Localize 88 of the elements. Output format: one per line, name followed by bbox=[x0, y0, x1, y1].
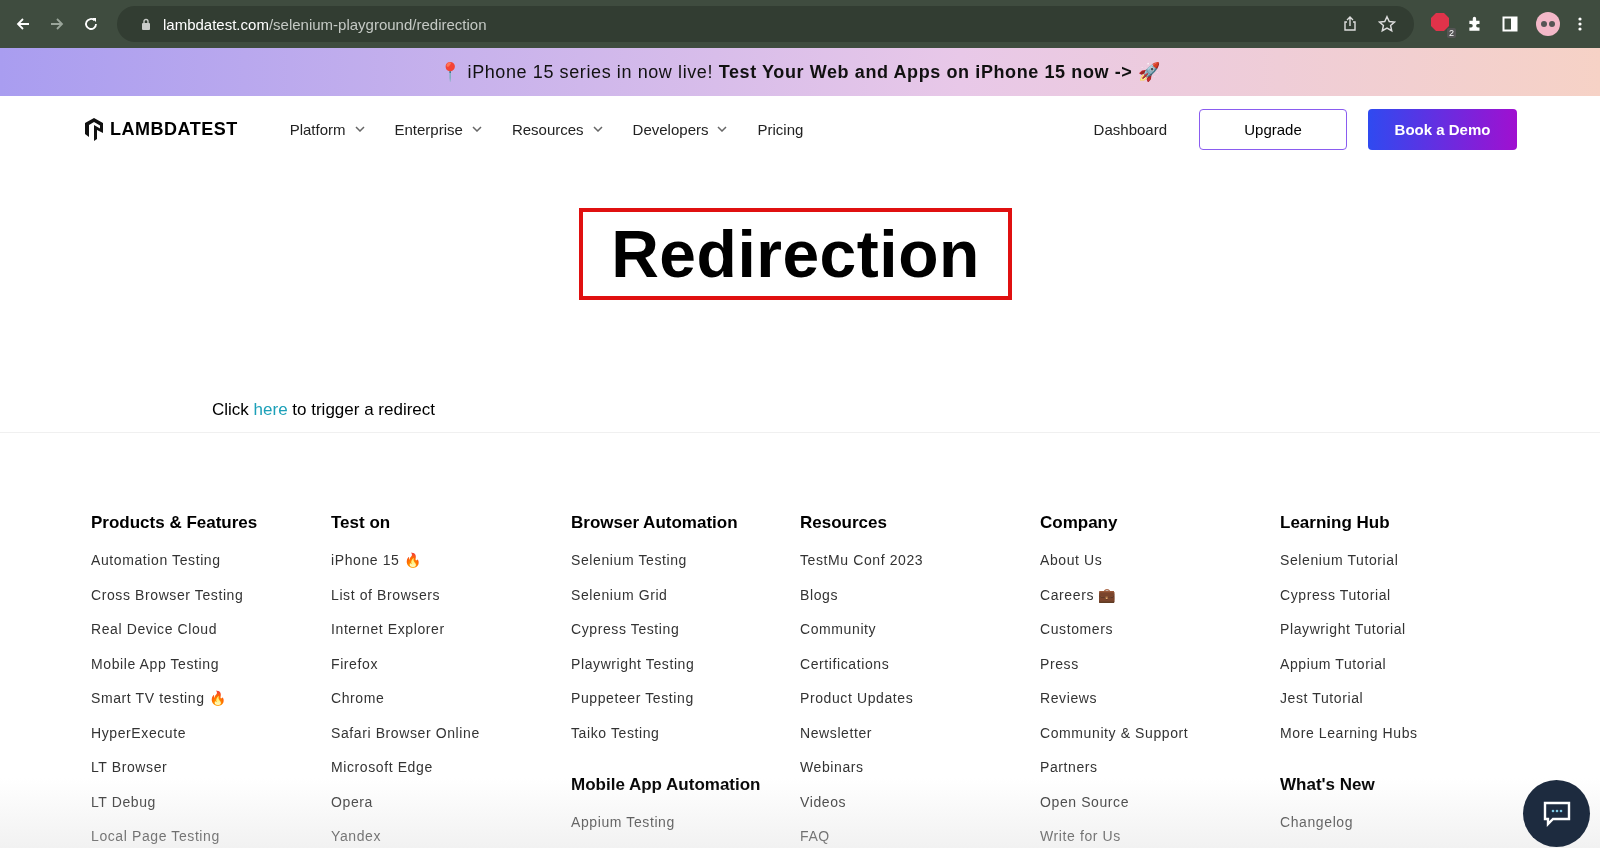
chat-icon bbox=[1541, 800, 1572, 827]
footer-link[interactable]: TestMu Conf 2023 bbox=[800, 543, 924, 578]
url-text: lambdatest.com/selenium-playground/redirection bbox=[163, 15, 487, 33]
footer-link[interactable]: Community bbox=[800, 612, 877, 647]
logo-text[interactable]: LAMBDATEST bbox=[110, 118, 238, 140]
footer-heading: Browser Automation bbox=[571, 513, 738, 533]
footer-link[interactable]: Appium Tutorial bbox=[1280, 646, 1387, 681]
lock-icon bbox=[141, 18, 151, 30]
footer-link[interactable]: HyperExecute bbox=[91, 715, 187, 750]
nav-menu-item[interactable]: Enterprise bbox=[394, 120, 482, 138]
footer-link[interactable]: Firefox bbox=[331, 646, 378, 681]
footer-link[interactable]: Microsoft Edge bbox=[331, 750, 433, 785]
footer-link[interactable]: Selenium Tutorial bbox=[1280, 543, 1399, 578]
footer-link[interactable]: Open Source bbox=[1040, 784, 1130, 819]
back-icon[interactable] bbox=[15, 16, 31, 32]
star-icon[interactable] bbox=[1378, 15, 1396, 33]
footer-link[interactable]: Mobile App Testing bbox=[91, 646, 220, 681]
share-icon[interactable] bbox=[1342, 16, 1358, 32]
footer-link[interactable]: Automation Testing bbox=[91, 543, 221, 578]
footer-link[interactable]: Partners bbox=[1040, 750, 1098, 785]
footer-link[interactable]: List of Browsers bbox=[331, 577, 441, 612]
footer-link[interactable]: Safari Browser Online bbox=[331, 715, 480, 750]
footer-link[interactable]: Local Page Testing bbox=[91, 819, 220, 854]
footer-heading: Products & Features bbox=[91, 513, 258, 533]
footer-heading: Learning Hub bbox=[1280, 513, 1390, 533]
menu-icon[interactable] bbox=[1578, 16, 1582, 32]
footer-link[interactable]: Taiko Testing bbox=[571, 715, 660, 750]
book-demo-button[interactable]: Book a Demo bbox=[1368, 108, 1517, 150]
footer-link[interactable]: Customers bbox=[1040, 612, 1114, 647]
footer-link[interactable]: Jest Tutorial bbox=[1280, 681, 1364, 716]
upgrade-button[interactable]: Upgrade bbox=[1199, 108, 1347, 150]
footer-link[interactable]: Playwright Testing bbox=[571, 646, 695, 681]
page-title: Redirection bbox=[579, 208, 1012, 300]
footer-link[interactable]: Puppeteer Testing bbox=[571, 681, 694, 716]
footer-link[interactable]: Smart TV testing 🔥 bbox=[91, 681, 227, 716]
avatar-icon[interactable] bbox=[1536, 12, 1560, 36]
footer-link[interactable]: About Us bbox=[1040, 543, 1103, 578]
footer-link[interactable]: Playwright Tutorial bbox=[1280, 612, 1406, 647]
footer-link[interactable]: Certifications bbox=[800, 646, 890, 681]
footer-heading: Mobile App Automation bbox=[571, 775, 761, 795]
footer-link[interactable]: iPhone 15 🔥 bbox=[331, 543, 422, 578]
forward-icon[interactable] bbox=[49, 16, 65, 32]
nav-menu-item[interactable]: Platform bbox=[289, 120, 365, 138]
footer-link[interactable]: FAQ bbox=[800, 819, 830, 854]
footer-link[interactable]: Newsletter bbox=[800, 715, 873, 750]
nav-menu-item[interactable]: Resources bbox=[511, 120, 603, 138]
footer-link[interactable]: More Learning Hubs bbox=[1280, 715, 1418, 750]
footer-link[interactable]: Community & Support bbox=[1040, 715, 1189, 750]
reload-icon[interactable] bbox=[83, 16, 99, 32]
chevron-icon bbox=[354, 126, 365, 132]
instruction-text: Click here to trigger a redirect bbox=[212, 400, 436, 420]
footer-link[interactable]: Internet Explorer bbox=[331, 612, 445, 647]
nav-menu-item[interactable]: Developers bbox=[632, 120, 728, 138]
footer-link[interactable]: Cypress Tutorial bbox=[1280, 577, 1391, 612]
logo-icon[interactable] bbox=[82, 116, 106, 142]
footer-link[interactable]: Press bbox=[1040, 646, 1079, 681]
footer-link[interactable]: Opera bbox=[331, 784, 373, 819]
footer-link[interactable]: Yandex bbox=[331, 819, 382, 854]
chevron-icon bbox=[471, 126, 482, 132]
footer-link[interactable]: Blogs bbox=[800, 577, 839, 612]
footer-link[interactable]: LT Debug bbox=[91, 784, 156, 819]
footer-link[interactable]: Selenium Grid bbox=[571, 577, 668, 612]
sidebar-icon[interactable] bbox=[1502, 16, 1518, 32]
footer-link[interactable]: Webinars bbox=[800, 750, 864, 785]
footer-link[interactable]: Real Device Cloud bbox=[91, 612, 218, 647]
footer-link[interactable]: Cypress Testing bbox=[571, 612, 680, 647]
footer-heading: Resources bbox=[800, 513, 887, 533]
footer-heading: Test on bbox=[331, 513, 391, 533]
footer-heading: Company bbox=[1040, 513, 1118, 533]
footer-link[interactable]: Reviews bbox=[1040, 681, 1098, 716]
address-bar[interactable]: lambdatest.com/selenium-playground/redirection bbox=[117, 6, 1414, 42]
dashboard-link[interactable]: Dashboard bbox=[1093, 120, 1167, 138]
nav-menu-item[interactable]: Pricing bbox=[757, 120, 804, 138]
announcement-text[interactable]: 📍 iPhone 15 series in now live! Test Your Web and Apps on iPhone 15 now -> 🚀 bbox=[439, 61, 1161, 83]
footer-link[interactable]: Write for Us bbox=[1040, 819, 1121, 854]
chevron-icon bbox=[592, 126, 603, 132]
footer-link[interactable]: Cross Browser Testing bbox=[91, 577, 244, 612]
chevron-icon bbox=[717, 126, 728, 132]
footer-link[interactable]: Selenium Testing bbox=[571, 543, 687, 578]
footer-link[interactable]: LT Browser bbox=[91, 750, 168, 785]
footer-link[interactable]: Changelog bbox=[1280, 805, 1354, 840]
footer-link[interactable]: Careers 💼 bbox=[1040, 577, 1117, 612]
footer-link[interactable]: Appium Testing bbox=[571, 805, 675, 840]
footer-link[interactable]: Product Updates bbox=[800, 681, 914, 716]
extension-badge: 2 bbox=[1447, 28, 1456, 38]
footer-link[interactable]: Videos bbox=[800, 784, 847, 819]
footer-link[interactable]: Chrome bbox=[331, 681, 385, 716]
footer-heading: What's New bbox=[1280, 775, 1375, 795]
